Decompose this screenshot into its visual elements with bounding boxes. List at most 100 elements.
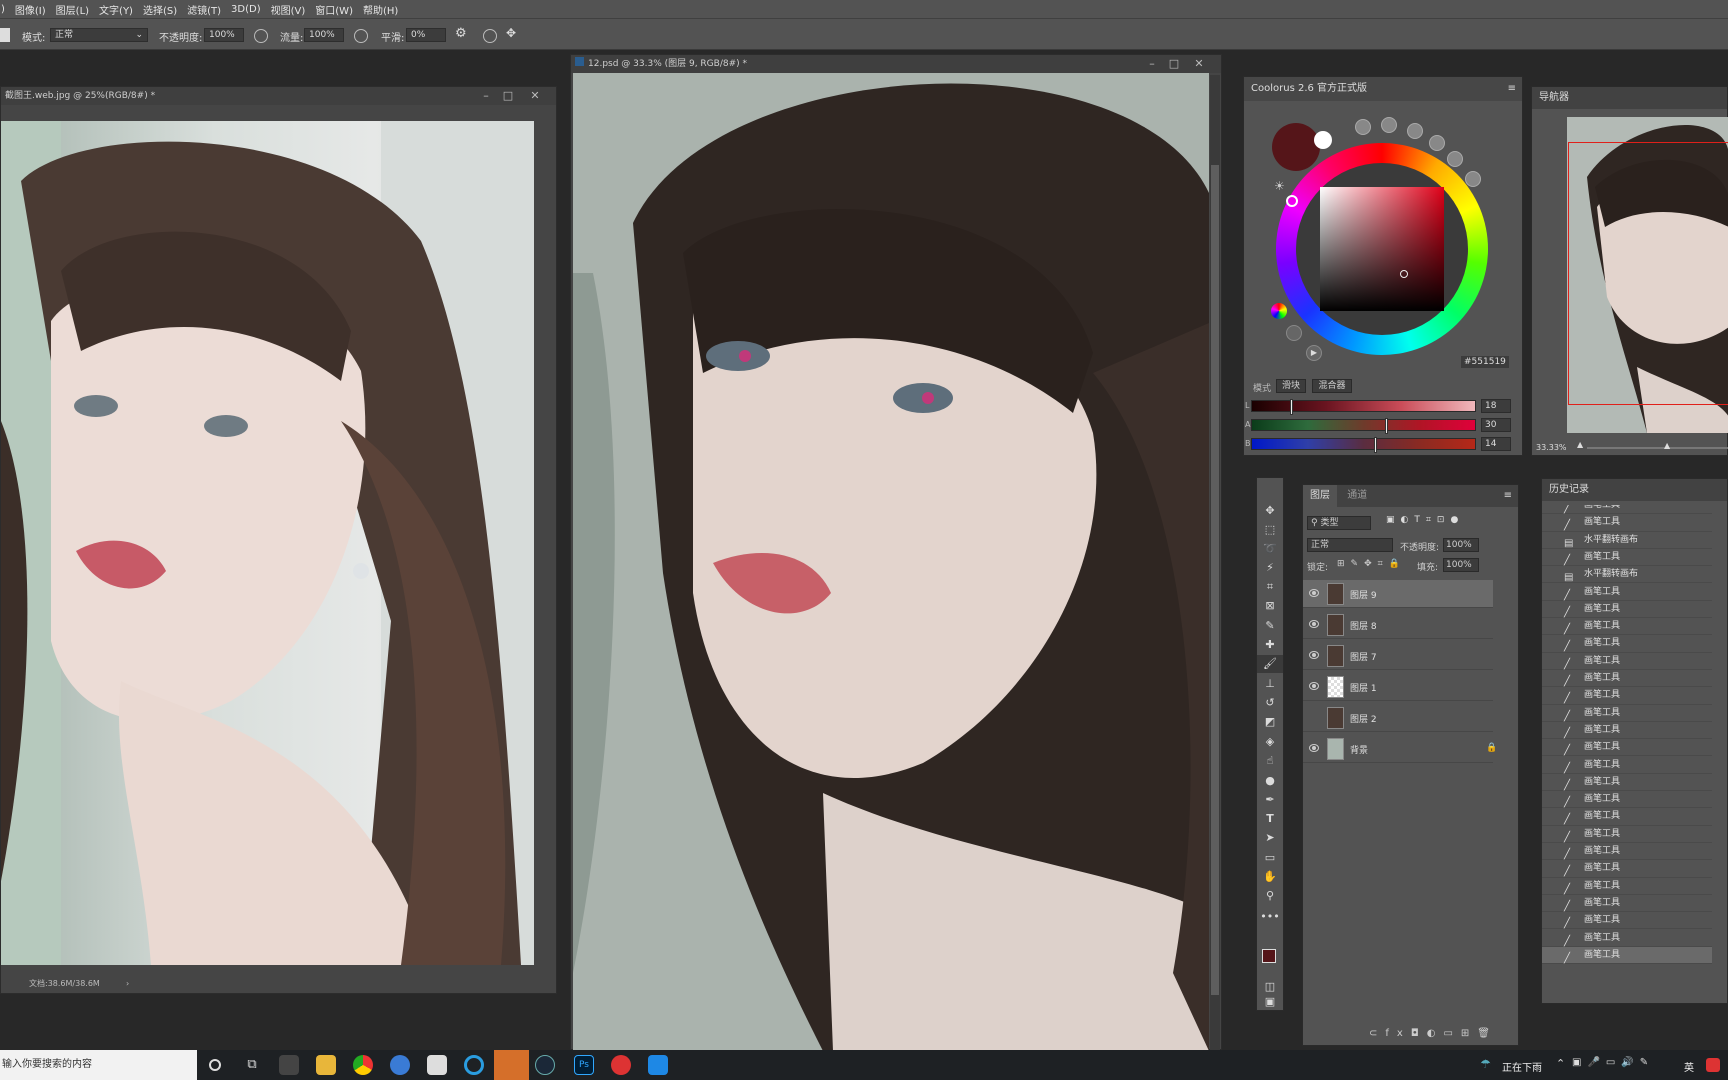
history-item[interactable]: ╱ 画笔工具	[1542, 549, 1712, 567]
gear-icon[interactable]: ⚙	[455, 26, 467, 41]
healing-brush-tool-icon[interactable]: ✚	[1257, 636, 1283, 654]
task-view-icon[interactable]: ⧉	[242, 1055, 262, 1075]
history-item[interactable]: ╱ 画笔工具	[1542, 618, 1712, 636]
blend-mode-select[interactable]: 正常 ⌄	[50, 28, 148, 42]
menu-window[interactable]: 窗口(W)	[310, 2, 358, 17]
minimize-button[interactable]: –	[1145, 57, 1159, 70]
preset-dial-5-icon[interactable]	[1447, 151, 1463, 167]
history-item[interactable]: ╱ 画笔工具	[1542, 635, 1712, 653]
type-tool-icon[interactable]: T	[1257, 810, 1283, 828]
scrollbar-thumb[interactable]	[1211, 165, 1219, 995]
visibility-eye-icon[interactable]	[1309, 682, 1319, 690]
history-item[interactable]: ╱ 画笔工具	[1542, 791, 1712, 809]
minimize-button[interactable]: –	[479, 89, 493, 102]
color-picker-cursor[interactable]	[1400, 270, 1408, 278]
weather-status[interactable]: 正在下雨	[1502, 1059, 1542, 1074]
maximize-button[interactable]: □	[1167, 57, 1181, 70]
history-item[interactable]: ╱ 画笔工具	[1542, 930, 1712, 947]
history-item[interactable]: ╱ 画笔工具	[1542, 895, 1712, 913]
color-ring-icon[interactable]	[1271, 303, 1287, 319]
app-gear-icon[interactable]	[427, 1055, 447, 1075]
layer-row[interactable]: 图层 2	[1303, 704, 1493, 732]
menu-layer[interactable]: 图层(L)	[51, 2, 94, 17]
main-document-titlebar[interactable]: 12.psd @ 33.3% (图层 9, RGB/8#) *	[571, 55, 1221, 73]
visibility-eye-icon[interactable]	[1309, 651, 1319, 659]
rectangle-tool-icon[interactable]: ▭	[1257, 849, 1283, 867]
history-item[interactable]: ╱ 画笔工具	[1542, 843, 1712, 861]
paint-bucket-tool-icon[interactable]: ◈	[1257, 733, 1283, 751]
tab-channels[interactable]: 通道	[1340, 485, 1374, 507]
clone-stamp-tool-icon[interactable]: ⊥	[1257, 675, 1283, 693]
history-item[interactable]: ╱ 画笔工具	[1542, 860, 1712, 878]
history-item[interactable]: ╱ 画笔工具	[1542, 670, 1712, 688]
pressure-opacity-icon[interactable]	[254, 29, 268, 43]
visibility-eye-icon[interactable]	[1309, 589, 1319, 597]
history-item[interactable]: ╱ 画笔工具	[1542, 601, 1712, 619]
lasso-tool-icon[interactable]: ➰	[1257, 540, 1283, 558]
cortana-icon[interactable]	[209, 1059, 221, 1071]
slider-value-input[interactable]: 30	[1481, 418, 1511, 432]
netease-music-icon[interactable]	[611, 1055, 631, 1075]
history-item[interactable]: ╱ 画笔工具	[1542, 705, 1712, 722]
hand-tool-icon[interactable]: ✋	[1257, 868, 1283, 886]
steam-icon[interactable]	[535, 1055, 555, 1075]
panel-menu-icon[interactable]: ≡	[1508, 77, 1516, 101]
visibility-off-box[interactable]	[1309, 713, 1319, 721]
eraser-tool-icon[interactable]: ◩	[1257, 713, 1283, 731]
visibility-eye-icon[interactable]	[1309, 620, 1319, 628]
layer-row[interactable]: 图层 1	[1303, 673, 1493, 701]
layer-row[interactable]: 图层 7	[1303, 642, 1493, 670]
move-tool-icon[interactable]: ✥	[1257, 502, 1283, 520]
history-item[interactable]: ╱ 画笔工具	[1542, 878, 1712, 895]
history-brush-tool-icon[interactable]: ↺	[1257, 694, 1283, 712]
slider-value-input[interactable]: 14	[1481, 437, 1511, 451]
pen-tool-icon[interactable]: ✒	[1257, 791, 1283, 809]
history-item[interactable]: ╱ 画笔工具	[1542, 739, 1712, 757]
menu-select[interactable]: 选择(S)	[138, 2, 182, 17]
zoom-tool-icon[interactable]: ⚲	[1257, 887, 1283, 905]
app-cube-icon[interactable]	[279, 1055, 299, 1075]
history-item[interactable]: ╱ 画笔工具	[1542, 687, 1712, 705]
file-explorer-icon[interactable]	[316, 1055, 336, 1075]
history-item[interactable]: ╱ 画笔工具	[1542, 826, 1712, 843]
painting-canvas[interactable]	[573, 73, 1209, 1051]
path-select-tool-icon[interactable]: ➤	[1257, 829, 1283, 847]
eyedropper-tool-icon[interactable]: ✎	[1257, 617, 1283, 635]
input-language[interactable]: 英	[1684, 1059, 1694, 1074]
menu-type[interactable]: 文字(Y)	[94, 2, 138, 17]
visibility-eye-icon[interactable]	[1309, 744, 1319, 752]
dodge-tool-icon[interactable]: ●	[1257, 772, 1283, 790]
history-item[interactable]: ╱ 画笔工具	[1542, 505, 1712, 515]
hue-marker[interactable]	[1286, 195, 1298, 207]
avatar-app-icon[interactable]	[494, 1050, 529, 1080]
navigator-preview[interactable]	[1567, 117, 1728, 433]
marquee-tool-icon[interactable]: ⬚	[1257, 521, 1283, 539]
preset-dial-1-icon[interactable]	[1355, 119, 1371, 135]
opacity-input[interactable]: 100%	[204, 28, 244, 42]
screen-recorder-icon[interactable]	[648, 1055, 668, 1075]
layer-row[interactable]: 图层 8	[1303, 611, 1493, 639]
maximize-button[interactable]: □	[501, 89, 515, 102]
airbrush-icon[interactable]	[354, 29, 368, 43]
smoothing-input[interactable]: 0%	[406, 28, 446, 42]
sun-icon[interactable]: ☀	[1274, 179, 1285, 193]
lock-icons[interactable]: ⊞✎✥⌗🔒	[1337, 559, 1406, 569]
flow-input[interactable]: 100%	[304, 28, 344, 42]
menu-edge[interactable]: )	[0, 4, 10, 15]
crop-tool-icon[interactable]: ⌗	[1257, 578, 1283, 596]
reference-photo[interactable]	[1, 121, 534, 965]
taskbar-search-box[interactable]: 输入你要搜索的内容	[0, 1050, 197, 1080]
menu-image[interactable]: 图像(I)	[10, 2, 51, 17]
frame-tool-icon[interactable]: ⊠	[1257, 597, 1283, 615]
slider-value-input[interactable]: 18	[1481, 399, 1511, 413]
fill-input[interactable]: 100%	[1443, 558, 1479, 572]
tray-app-icon[interactable]	[1706, 1058, 1720, 1072]
hex-value[interactable]: #551519	[1461, 356, 1509, 368]
slider-thumb[interactable]	[1374, 437, 1377, 453]
lab-slider[interactable]	[1251, 437, 1476, 453]
panel-menu-icon[interactable]: ≡	[1504, 485, 1512, 507]
history-item[interactable]: ▤ 水平翻转画布	[1542, 566, 1712, 584]
menu-help[interactable]: 帮助(H)	[358, 2, 403, 17]
vertical-scrollbar[interactable]	[1210, 75, 1220, 1051]
preset-dial-3-icon[interactable]	[1407, 123, 1423, 139]
